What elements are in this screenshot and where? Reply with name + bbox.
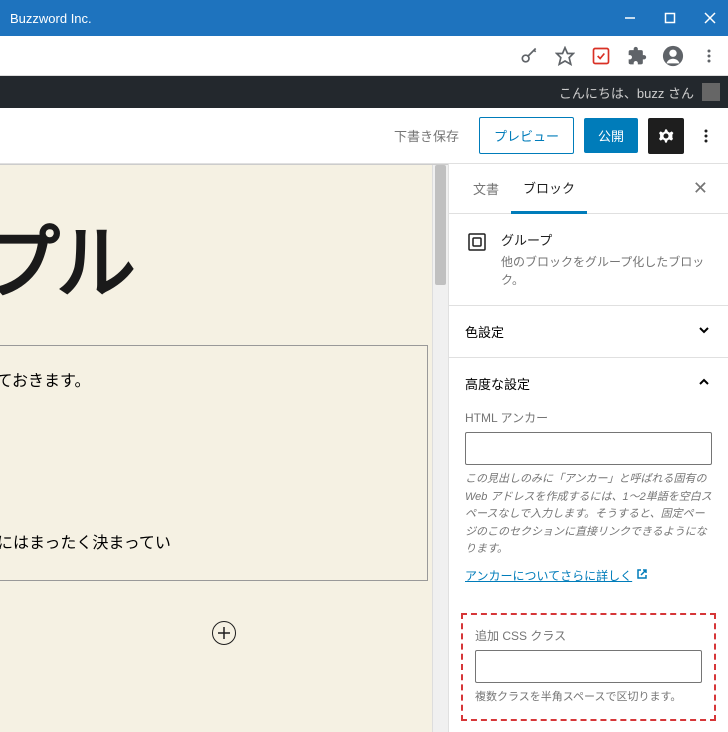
css-class-help: 複数クラスを半角スペースで区切ります。	[475, 689, 702, 707]
editor-scrollbar[interactable]	[432, 165, 448, 732]
minimize-button[interactable]	[622, 10, 638, 26]
save-draft-button[interactable]: 下書き保存	[384, 118, 469, 153]
more-options-button[interactable]	[694, 118, 718, 154]
publish-button[interactable]: 公開	[584, 118, 638, 153]
advanced-settings-panel: 高度な設定 HTML アンカー この見出しのみに「アンカー」と呼ばれる固有の W…	[449, 357, 728, 721]
color-settings-title: 色設定	[465, 322, 504, 341]
close-sidebar-button[interactable]: ✕	[685, 174, 716, 203]
user-avatar[interactable]	[702, 83, 720, 101]
content-block[interactable]: いておきます。 りにはまったく決まってい	[0, 345, 428, 581]
star-icon[interactable]	[554, 45, 576, 67]
menu-icon[interactable]	[698, 45, 720, 67]
main-area: プル いておきます。 りにはまったく決まってい 文書 ブロック ✕ グループ	[0, 164, 728, 732]
add-block-area	[0, 621, 448, 645]
window-title-bar: Buzzword Inc.	[0, 0, 728, 36]
settings-sidebar: 文書 ブロック ✕ グループ 他のブロックをグループ化したブロック。 色設定 高…	[448, 164, 728, 732]
block-info-section: グループ 他のブロックをグループ化したブロック。	[449, 214, 728, 305]
block-title: グループ	[501, 230, 712, 249]
browser-toolbar	[0, 36, 728, 76]
profile-icon[interactable]	[662, 45, 684, 67]
capture-icon[interactable]	[590, 45, 612, 67]
close-button[interactable]	[702, 10, 718, 26]
tab-block[interactable]: ブロック	[511, 164, 587, 214]
extensions-icon[interactable]	[626, 45, 648, 67]
wp-admin-bar: こんにちは、buzz さん	[0, 76, 728, 108]
advanced-settings-body: HTML アンカー この見出しのみに「アンカー」と呼ばれる固有の Web アドレ…	[449, 409, 728, 601]
greeting-text[interactable]: こんにちは、buzz さん	[559, 83, 694, 102]
group-block-icon	[465, 230, 489, 254]
editor-toolbar: 下書き保存 プレビュー 公開	[0, 108, 728, 164]
content-text-1: いておきます。	[0, 366, 407, 398]
css-class-input[interactable]	[475, 650, 702, 683]
window-controls	[622, 10, 718, 26]
external-link-icon	[636, 568, 648, 583]
window-title: Buzzword Inc.	[10, 11, 622, 26]
chevron-up-icon	[696, 374, 712, 393]
preview-button[interactable]: プレビュー	[479, 117, 574, 154]
content-text-2: りにはまったく決まってい	[0, 528, 407, 560]
sidebar-tabs: 文書 ブロック ✕	[449, 164, 728, 214]
color-settings-panel: 色設定	[449, 305, 728, 357]
scrollbar-thumb[interactable]	[435, 165, 446, 285]
anchor-label: HTML アンカー	[465, 409, 712, 426]
editor-canvas[interactable]: プル いておきます。 りにはまったく決まってい	[0, 164, 448, 732]
chevron-down-icon	[696, 322, 712, 341]
tab-document[interactable]: 文書	[461, 165, 511, 212]
key-icon[interactable]	[518, 45, 540, 67]
anchor-input[interactable]	[465, 432, 712, 465]
advanced-settings-header[interactable]: 高度な設定	[449, 358, 728, 409]
anchor-link-text: アンカーについてさらに詳しく	[465, 567, 632, 584]
color-settings-header[interactable]: 色設定	[449, 306, 728, 357]
anchor-learn-more-link[interactable]: アンカーについてさらに詳しく	[465, 567, 648, 584]
css-class-label: 追加 CSS クラス	[475, 627, 702, 644]
css-class-highlight: 追加 CSS クラス 複数クラスを半角スペースで区切ります。	[461, 613, 716, 721]
add-block-button[interactable]	[212, 621, 236, 645]
post-title-fragment[interactable]: プル	[0, 225, 448, 305]
maximize-button[interactable]	[662, 10, 678, 26]
advanced-settings-title: 高度な設定	[465, 374, 530, 393]
block-description: 他のブロックをグループ化したブロック。	[501, 253, 712, 289]
anchor-help-text: この見出しのみに「アンカー」と呼ばれる固有の Web アドレスを作成するには、1…	[465, 471, 712, 559]
settings-button[interactable]	[648, 118, 684, 154]
